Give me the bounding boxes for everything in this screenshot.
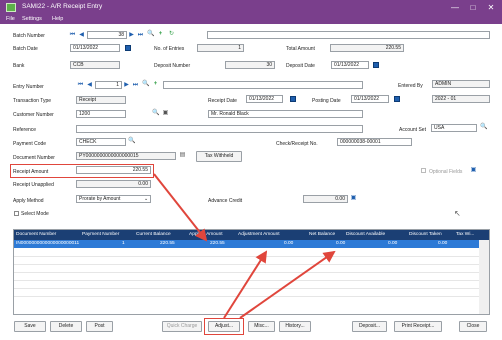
arrow-to-applied-amount: [153, 173, 208, 242]
arrow-to-net-balance: [239, 250, 336, 319]
arrow-to-adjustment-amount: [223, 250, 268, 319]
annotation-arrows: [153, 173, 336, 319]
